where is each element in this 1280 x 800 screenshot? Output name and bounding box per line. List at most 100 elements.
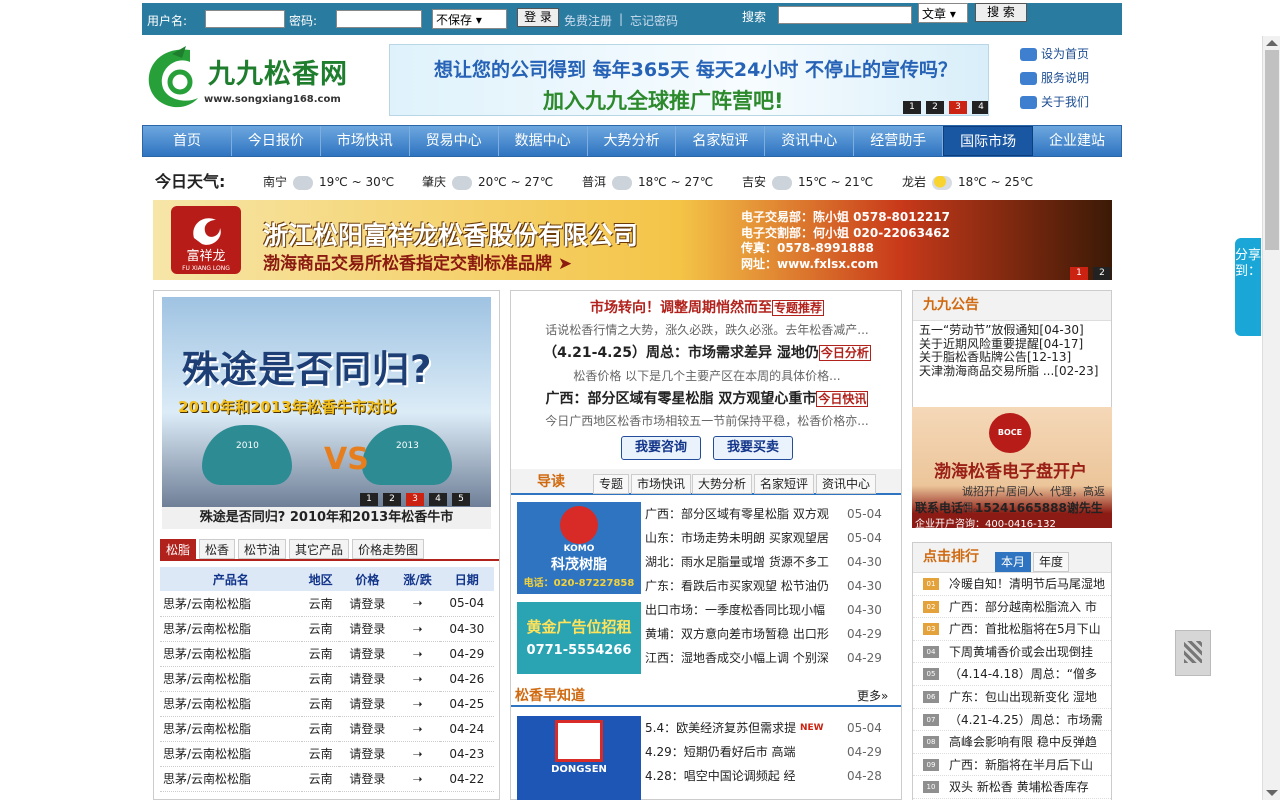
pager-item[interactable]: 4 [429,493,447,506]
nav-item[interactable]: 市场快讯 [321,126,410,156]
list-item[interactable]: 4.29：短期仍看好后市 高端 04-29 [645,740,883,764]
list-item[interactable]: 广东：看跌后市买家观望 松节油仍 04-30 [645,574,883,598]
list-item[interactable]: 09 广西：新脂将在半月后下山 [913,754,1111,777]
password-input[interactable] [336,10,422,28]
list-item[interactable]: 05 （4.14-4.18）周总：“僧多 [913,663,1111,686]
tab-month[interactable]: 本月 [995,552,1031,572]
trade-button[interactable]: 我要买卖 [713,436,793,460]
list-item[interactable]: 湖北：雨水足脂量或增 货源不多工 04-30 [645,550,883,574]
headline-tag[interactable]: 今日快讯 [816,391,869,407]
list-item[interactable]: 02 广西：部分越南松脂流入 市 [913,596,1111,619]
list-item[interactable]: 黄埔：双方意向差市场暂稳 出口形 04-29 [645,622,883,646]
nav-item[interactable]: 经营助手 [854,126,944,156]
tab-rosin[interactable]: 松香 [199,539,236,559]
headline-2[interactable]: （4.21-4.25）周总：市场需求差异 湿地仍 今日分析 [511,342,903,362]
register-link[interactable]: 免费注册 [564,12,612,29]
username-input[interactable] [205,10,285,28]
pager-item[interactable]: 3 [949,101,967,114]
tab-turpentine[interactable]: 松节油 [238,539,287,559]
table-row[interactable]: 思茅/云南松松脂 云南 请登录 ➝ 04-30 [160,616,494,642]
headline-1[interactable]: 市场转向！调整周期悄然而至 专题推荐 [511,297,903,317]
nav-item[interactable]: 大势分析 [588,126,677,156]
tab-market-news[interactable]: 市场快讯 [631,474,692,494]
tab-topic[interactable]: 专题 [593,474,630,494]
dongsen-ad[interactable]: DONGSEN [517,716,641,800]
list-item[interactable]: 08 高峰会影响有限 稳中反弹趋 [913,731,1111,754]
tab-year[interactable]: 年度 [1033,552,1069,572]
login-button[interactable]: 登 录 [517,8,559,27]
scroll-up-icon[interactable] [1266,40,1278,46]
tab-trend[interactable]: 大势分析 [692,474,753,494]
pager-item[interactable]: 3 [406,493,424,506]
tab-resin[interactable]: 松脂 [160,539,197,559]
list-item[interactable]: 4.28：唱空中国论调频起 经 04-28 [645,764,883,788]
pager-item[interactable]: 1 [360,493,378,506]
list-item[interactable]: 10 双头 新松香 黄埔松香库存 [913,776,1111,799]
tab-other[interactable]: 其它产品 [289,539,350,559]
table-row[interactable]: 思茅/云南松松脂 云南 请登录 ➝ 04-26 [160,666,494,692]
list-item[interactable]: 山东：市场走势未明朗 买家观望居 05-04 [645,526,883,550]
list-item[interactable]: 关于脂松香贴牌公告[12-13] [919,350,1105,365]
list-item[interactable]: 出口市场：一季度松香同比现小幅 04-30 [645,598,883,622]
qr-code-icon[interactable] [1175,630,1211,676]
table-row[interactable]: 思茅/云南松松脂 云南 请登录 ➝ 04-24 [160,716,494,742]
headline-tag[interactable]: 专题推荐 [771,300,824,316]
ad-space[interactable]: 黄金广告位招租 0771-5554266 [517,602,641,674]
feature-slideshow[interactable]: 殊途是否同归? 2010年和2013年松香牛市对比 2010 2013 VS 1… [162,297,491,507]
list-item[interactable]: 01 冷暖自知！清明节后马尾湿地 [913,573,1111,596]
page-scrollbar[interactable] [1262,36,1280,800]
consult-button[interactable]: 我要咨询 [621,436,701,460]
boce-ad[interactable]: BOCE 渤海松香电子盘开户 诚招开户居间人、代理，高返佣。 联系电话：1524… [912,407,1112,530]
pager-item[interactable]: 5 [452,493,470,506]
headline-tag[interactable]: 今日分析 [818,345,871,361]
scroll-down-icon[interactable] [1266,790,1278,796]
list-item[interactable]: 03 广西：首批松脂将在5月下山 [913,618,1111,641]
list-item[interactable]: 江西：湿地香成交小幅上调 个别深 04-29 [645,646,883,670]
list-item[interactable]: 广西：部分区域有零星松脂 双方观 05-04 [645,502,883,526]
share-tab[interactable]: 分享到： [1235,238,1261,336]
list-item[interactable]: 关于近期风险重要提醒[04-17] [919,337,1105,352]
table-row[interactable]: 思茅/云南松松脂 云南 请登录 ➝ 04-29 [160,641,494,667]
forgot-password-link[interactable]: 忘记密码 [630,12,678,29]
list-item[interactable]: 五一“劳动节”放假通知[04-30] [919,323,1105,338]
tab-info-center[interactable]: 资讯中心 [816,474,877,494]
pager-item[interactable]: 1 [903,101,921,114]
pager-item[interactable]: 2 [1093,267,1111,280]
about-us-link[interactable]: 关于我们 [1020,92,1120,116]
company-banner[interactable]: 富祥龙 FU XIANG LONG 浙江松阳富祥龙松香股份有限公司 渤海商品交易… [153,200,1112,280]
search-type-select[interactable]: 文章 ▾ [918,3,968,23]
headline-3[interactable]: 广西：部分区域有零星松脂 双方观望心重市 今日快讯 [511,388,903,408]
tab-expert[interactable]: 名家短评 [754,474,815,494]
list-item[interactable]: 天津渤海商品交易所脂 ...[02-23] [919,364,1105,379]
slide-caption[interactable]: 殊途是否同归? 2010年和2013年松香牛市 [162,507,491,529]
pager-item[interactable]: 1 [1070,267,1088,280]
list-item[interactable]: 04 下周黄埔香价或会出现倒挂 [913,641,1111,664]
site-logo[interactable]: 九九松香网 www.songxiang168.com [142,42,362,117]
table-row[interactable]: 思茅/云南松松脂 云南 请登录 ➝ 05-04 [160,591,494,617]
nav-item[interactable]: 今日报价 [232,126,321,156]
nav-item[interactable]: 企业建站 [1033,126,1121,156]
remember-select[interactable]: 不保存 ▾ [432,9,507,29]
search-button[interactable]: 搜 索 [975,3,1027,22]
set-homepage-link[interactable]: 设为首页 [1020,44,1120,68]
nav-item[interactable]: 数据中心 [499,126,588,156]
list-item[interactable]: 06 广东：包山出现新变化 湿地 [913,686,1111,709]
list-item[interactable]: 5.4：欧美经济复苏但需求提 NEW 05-04 [645,716,883,740]
nav-item[interactable]: 贸易中心 [410,126,499,156]
pager-item[interactable]: 4 [972,101,988,114]
nav-item[interactable]: 首页 [143,126,232,156]
table-row[interactable]: 思茅/云南松松脂 云南 请登录 ➝ 04-25 [160,691,494,717]
more-link[interactable]: 更多» [857,687,888,704]
nav-item-active[interactable]: 国际市场 [943,126,1034,156]
search-input[interactable] [778,6,912,24]
table-row[interactable]: 思茅/云南松松脂 云南 请登录 ➝ 04-23 [160,741,494,767]
tab-price-chart[interactable]: 价格走势图 [352,539,425,559]
service-info-link[interactable]: 服务说明 [1020,68,1120,92]
komo-ad[interactable]: KOMO 科茂树脂 电话：020-87227858 [517,502,641,594]
promo-banner[interactable]: 想让您的公司得到 每年365天 每天24小时 不停止的宣传吗？ 加入九九全球推广… [389,44,989,116]
pager-item[interactable]: 2 [926,101,944,114]
scrollbar-thumb[interactable] [1265,50,1279,250]
list-item[interactable]: 07 （4.21-4.25）周总：市场需 [913,709,1111,732]
pager-item[interactable]: 2 [383,493,401,506]
table-row[interactable]: 思茅/云南松松脂 云南 请登录 ➝ 04-22 [160,766,494,792]
